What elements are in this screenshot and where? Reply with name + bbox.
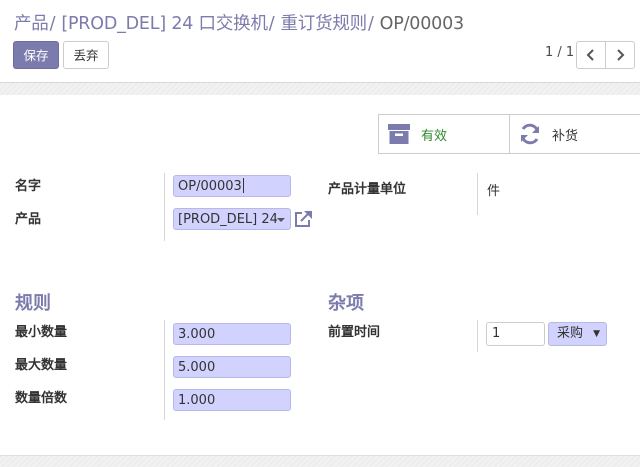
uom-label: 产品计量单位 — [328, 182, 407, 197]
text-cursor — [242, 178, 244, 193]
breadcrumb-item-product[interactable]: [PROD_DEL] 24 口交换机 — [61, 14, 268, 34]
pager-next-button[interactable] — [605, 41, 635, 69]
chevron-right-icon — [617, 49, 625, 61]
sheet-background-bottom — [0, 455, 640, 467]
refresh-icon — [518, 122, 542, 146]
label-separator — [164, 320, 165, 420]
save-button[interactable]: 保存 — [13, 41, 59, 69]
sheet-background-top — [0, 83, 640, 95]
label-separator — [477, 173, 478, 215]
product-select[interactable]: [PROD_DEL] 24 — [173, 208, 291, 230]
name-field[interactable]: OP/00003 — [173, 175, 291, 197]
replenish-button[interactable]: 补货 — [509, 114, 640, 154]
qty-multiple-value: 1.000 — [178, 393, 216, 408]
max-qty-field[interactable]: 5.000 — [173, 356, 291, 378]
product-value: [PROD_DEL] 24 — [178, 212, 278, 227]
archive-icon — [387, 122, 411, 146]
active-label: 有效 — [421, 128, 448, 144]
max-qty-label: 最大数量 — [15, 358, 68, 373]
breadcrumb-item-reorder-rules[interactable]: 重订货规则 — [280, 14, 367, 34]
qty-multiple-label: 数量倍数 — [15, 391, 68, 406]
breadcrumb-separator: / — [49, 14, 56, 34]
misc-group-title: 杂项 — [328, 293, 364, 314]
caret-down-icon: ▼ — [593, 329, 600, 339]
replenish-label: 补货 — [552, 128, 579, 144]
breadcrumb: 产品/[PROD_DEL] 24 口交换机/重订货规则/OP/00003 — [14, 10, 464, 35]
active-toggle-button[interactable]: 有效 — [378, 114, 510, 154]
lead-time-type-select[interactable]: 采购 ▼ — [548, 322, 607, 346]
pager-value[interactable]: 1 / 1 — [545, 45, 574, 60]
chevron-left-icon — [586, 49, 594, 61]
rules-group-title: 规则 — [15, 293, 51, 314]
lead-time-label: 前置时间 — [328, 325, 381, 340]
external-link-icon[interactable] — [293, 210, 313, 233]
min-qty-value: 3.000 — [178, 327, 216, 342]
lead-time-type-value: 采购 — [557, 326, 584, 341]
breadcrumb-separator: / — [367, 14, 374, 34]
label-separator — [477, 320, 478, 352]
label-separator — [164, 173, 165, 241]
min-qty-label: 最小数量 — [15, 325, 68, 340]
max-qty-value: 5.000 — [178, 360, 216, 375]
name-label: 名字 — [15, 179, 42, 194]
breadcrumb-current: OP/00003 — [379, 14, 464, 34]
qty-multiple-field[interactable]: 1.000 — [173, 389, 291, 411]
discard-button[interactable]: 丢弃 — [63, 41, 109, 69]
name-value: OP/00003 — [178, 179, 242, 194]
min-qty-field[interactable]: 3.000 — [173, 323, 291, 345]
uom-value[interactable]: 件 — [487, 180, 500, 199]
breadcrumb-separator: / — [268, 14, 275, 34]
product-label: 产品 — [15, 212, 42, 227]
lead-time-field[interactable]: 1 — [486, 322, 545, 346]
chevron-down-icon — [277, 218, 285, 222]
control-panel: 产品/[PROD_DEL] 24 口交换机/重订货规则/OP/00003 保存 … — [0, 0, 640, 83]
breadcrumb-item-products[interactable]: 产品 — [14, 14, 49, 34]
pager-previous-button[interactable] — [576, 41, 606, 69]
